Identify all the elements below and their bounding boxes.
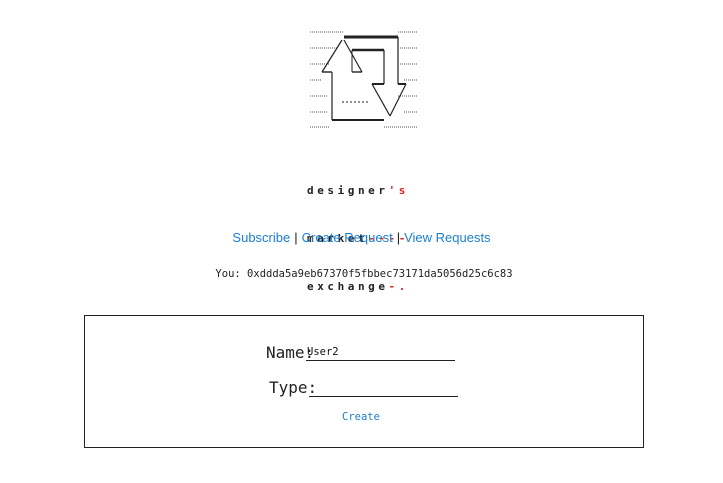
wordmark-accent: ' s bbox=[388, 184, 406, 197]
main-nav: Subscribe | Create Request | View Requests bbox=[0, 229, 723, 247]
create-request-link[interactable]: Create Request bbox=[302, 230, 393, 245]
name-field[interactable] bbox=[306, 344, 455, 361]
nav-separator: | bbox=[294, 230, 298, 245]
account-label: You: bbox=[215, 268, 241, 280]
create-request-form: Name: Type: Create bbox=[84, 315, 644, 448]
wordmark-line-designers: d e s i g n e r ' s bbox=[307, 183, 409, 199]
wordmark-text: exchange bbox=[307, 280, 385, 293]
account-address: 0xddda5a9eb67370f5fbbec73171da5056d25c6c… bbox=[247, 268, 513, 280]
up-down-arrows-logo-icon bbox=[310, 31, 418, 128]
wordmark-text: designer bbox=[307, 184, 385, 197]
wordmark-line-exchange: exchange-. bbox=[307, 279, 409, 295]
nav-separator: | bbox=[396, 230, 401, 245]
wordmark-accent: -. bbox=[388, 280, 406, 293]
account-line: You: 0xddda5a9eb67370f5fbbec73171da5056d… bbox=[0, 267, 723, 281]
subscribe-link[interactable]: Subscribe bbox=[232, 230, 290, 245]
type-field[interactable] bbox=[309, 380, 458, 397]
view-requests-link[interactable]: View Requests bbox=[404, 230, 490, 245]
create-button[interactable]: Create bbox=[342, 410, 380, 424]
